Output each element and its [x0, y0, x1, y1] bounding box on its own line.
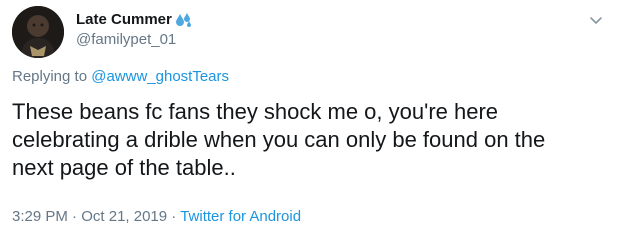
author-display-name[interactable]: Late Cummer — [76, 11, 172, 28]
meta-separator: · — [67, 208, 82, 225]
tweet-date[interactable]: Oct 21, 2019 — [81, 208, 167, 225]
avatar[interactable] — [12, 6, 64, 58]
avatar-photo-icon — [12, 6, 64, 58]
meta-separator: · — [167, 208, 181, 225]
tweet-meta: 3:29 PM · Oct 21, 2019 · Twitter for And… — [12, 208, 301, 225]
tweet-text: These beans fc fans they shock me o, you… — [12, 99, 546, 180]
tweet-source-link[interactable]: Twitter for Android — [180, 208, 301, 225]
replying-to-mention-link[interactable]: @awww_ghostTears — [91, 68, 229, 85]
tweet-time[interactable]: 3:29 PM — [12, 208, 68, 225]
replying-to-label: Replying to — [12, 68, 92, 85]
author-handle[interactable]: @familypet_01 — [76, 31, 176, 48]
replying-to-line: Replying to @awww_ghostTears — [12, 68, 229, 85]
author-name-row[interactable]: Late Cummer — [76, 11, 193, 28]
tweet-card: Late Cummer @familypet_01 Replying to @a… — [0, 0, 620, 244]
sweat-droplets-icon — [175, 12, 193, 28]
chevron-down-icon[interactable] — [588, 12, 604, 28]
